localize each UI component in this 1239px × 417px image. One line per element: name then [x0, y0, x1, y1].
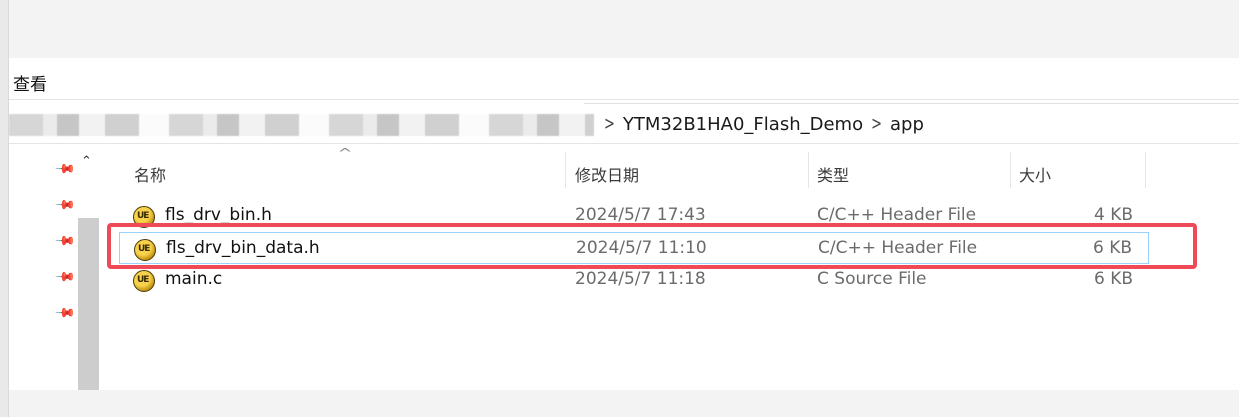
- column-header-size[interactable]: 大小: [1019, 162, 1051, 186]
- ribbon-bar: 查看: [9, 58, 1239, 100]
- navigation-pane: 📌 📌 📌 📌 📌 ⌃: [9, 144, 99, 390]
- file-size: 6 KB: [1093, 269, 1133, 289]
- navigation-scrollbar[interactable]: ⌃: [76, 150, 102, 390]
- breadcrumb: > YTM32B1HA0_Flash_Demo > app: [596, 114, 924, 135]
- address-bar-border: [584, 103, 1239, 104]
- background-window-edge: [0, 0, 9, 417]
- file-list-pane: 📌 📌 📌 📌 📌 ⌃ ^ 名称 修改日期 类型 大小 fls_drv_: [9, 144, 1239, 390]
- status-area: [9, 390, 1239, 417]
- column-divider[interactable]: [808, 152, 809, 188]
- breadcrumb-item-app[interactable]: app: [890, 114, 924, 135]
- column-header-name[interactable]: 名称: [134, 162, 166, 186]
- chevron-up-icon[interactable]: ⌃: [81, 154, 92, 169]
- column-divider[interactable]: [1010, 152, 1011, 188]
- file-modified: 2024/5/7 11:10: [576, 238, 707, 258]
- chevron-right-icon[interactable]: >: [863, 114, 890, 135]
- ultraedit-file-icon: [134, 239, 156, 261]
- breadcrumb-item-project[interactable]: YTM32B1HA0_Flash_Demo: [623, 114, 863, 135]
- title-area: [9, 0, 1239, 58]
- column-headers: ^ 名称 修改日期 类型 大小: [102, 144, 1152, 194]
- file-row-selected[interactable]: fls_drv_bin_data.h 2024/5/7 11:10 C/C++ …: [119, 232, 1149, 264]
- pin-icon[interactable]: 📌: [54, 158, 76, 180]
- pin-icon[interactable]: 📌: [54, 266, 76, 288]
- file-type: C/C++ Header File: [817, 205, 977, 225]
- scrollbar-thumb[interactable]: [78, 218, 99, 390]
- file-modified: 2024/5/7 11:18: [575, 269, 706, 289]
- ultraedit-file-icon: [133, 206, 155, 228]
- file-name: fls_drv_bin.h: [165, 205, 272, 225]
- file-row[interactable]: main.c 2024/5/7 11:18 C Source File 6 KB: [119, 264, 1149, 296]
- column-divider[interactable]: [565, 152, 566, 188]
- redacted-path: [9, 114, 594, 136]
- ultraedit-file-icon: [133, 270, 155, 292]
- pin-icon[interactable]: 📌: [54, 302, 76, 324]
- column-divider[interactable]: [1145, 152, 1146, 188]
- address-bar[interactable]: > YTM32B1HA0_Flash_Demo > app: [9, 100, 1239, 144]
- column-header-type[interactable]: 类型: [817, 162, 849, 186]
- file-size: 6 KB: [1092, 238, 1132, 258]
- sort-ascending-icon: ^: [337, 146, 353, 160]
- file-row[interactable]: fls_drv_bin.h 2024/5/7 17:43 C/C++ Heade…: [119, 200, 1149, 232]
- file-modified: 2024/5/7 17:43: [575, 205, 706, 225]
- file-explorer-window: 查看 > YTM32B1HA0_Flash_Demo > app 📌 📌 📌 📌…: [0, 0, 1239, 417]
- file-name: fls_drv_bin_data.h: [166, 238, 320, 258]
- file-type: C/C++ Header File: [818, 238, 978, 258]
- pin-icon[interactable]: 📌: [54, 194, 76, 216]
- file-name: main.c: [165, 269, 223, 289]
- chevron-right-icon[interactable]: >: [596, 114, 623, 135]
- pin-icon[interactable]: 📌: [54, 230, 76, 252]
- file-type: C Source File: [817, 269, 927, 289]
- file-size: 4 KB: [1093, 205, 1133, 225]
- view-menu-button[interactable]: 查看: [13, 70, 47, 95]
- column-header-modified[interactable]: 修改日期: [575, 162, 639, 186]
